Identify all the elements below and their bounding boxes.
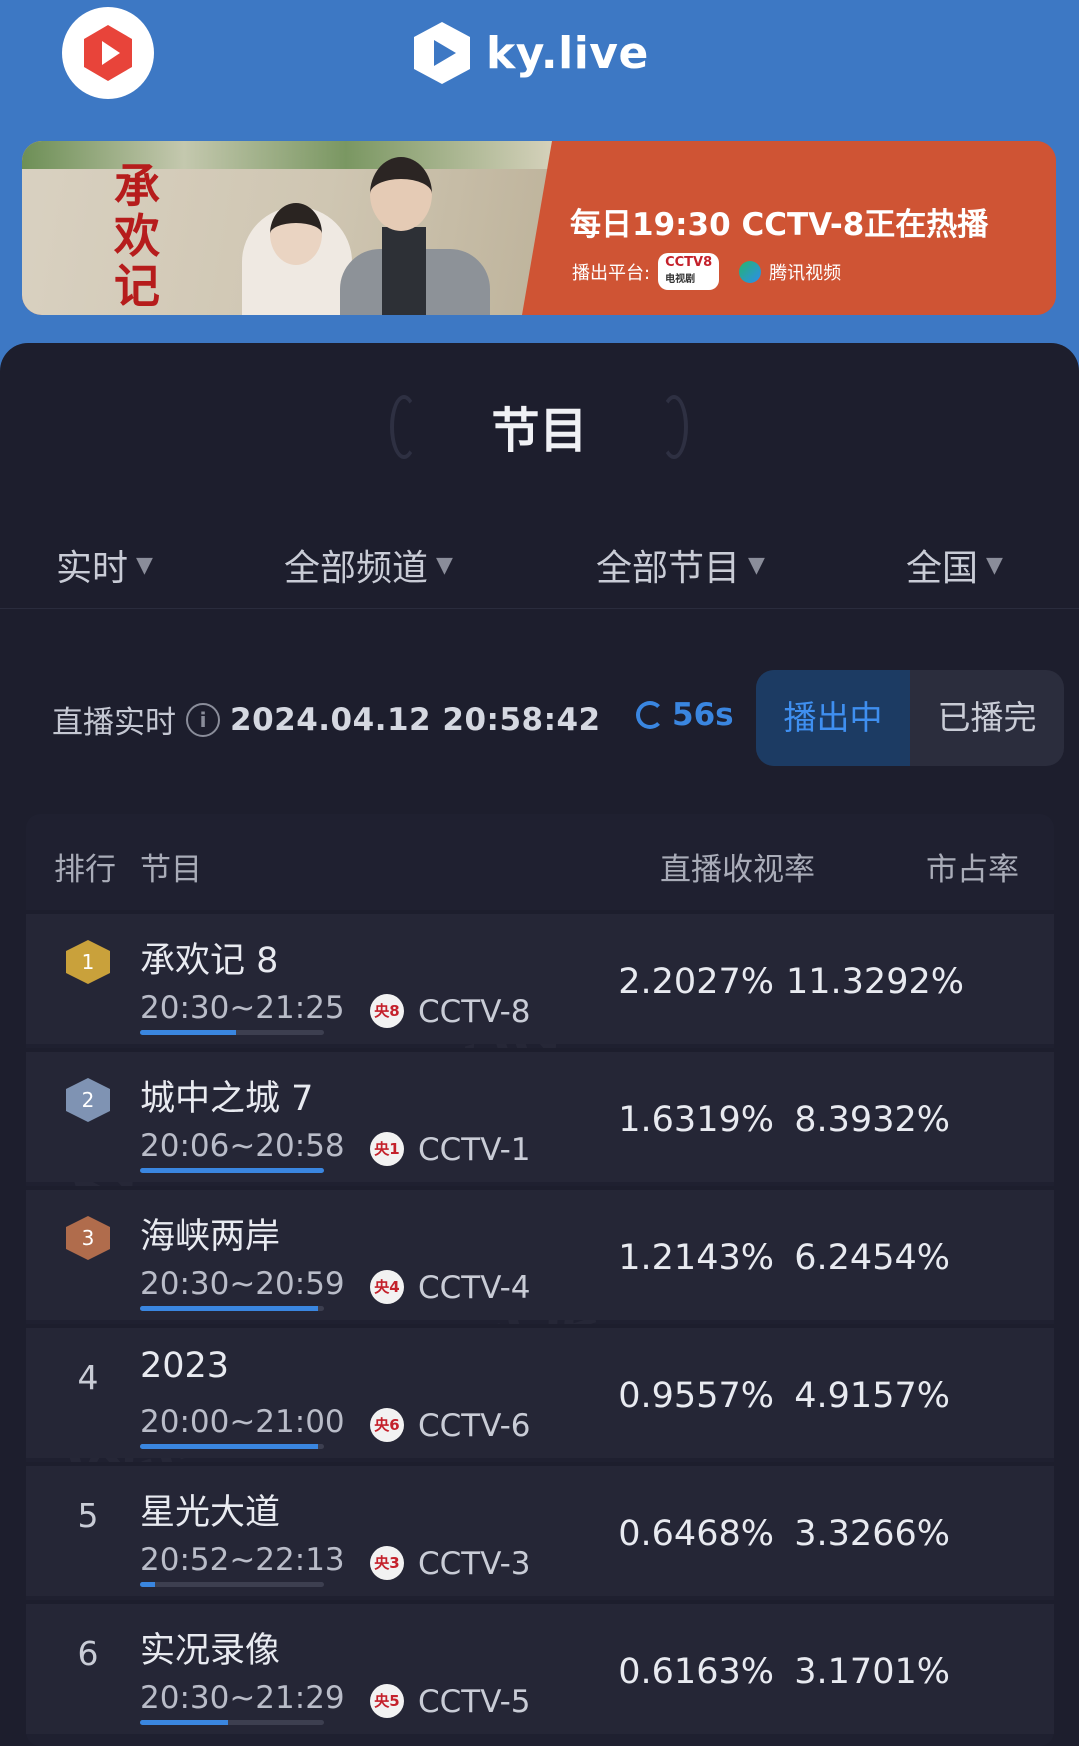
program-name: 城中之城 7: [140, 1079, 314, 1119]
market-share: 11.3292%: [786, 962, 964, 1002]
program-progress-bar: [140, 1720, 324, 1725]
market-share: 3.1701%: [794, 1652, 950, 1692]
banner-platforms: 播出平台: CCTV8 电视剧 腾讯视频: [572, 253, 841, 290]
table-row[interactable]: 3 海峡两岸 20:30~20:59 央4 CCTV-4 1.2143% 6.2454%: [26, 1186, 1054, 1320]
market-share: 4.9157%: [794, 1376, 950, 1416]
table-row[interactable]: 1 承欢记 8 20:30~21:25 央8 CCTV-8 2.2027% 11.3292%: [26, 910, 1054, 1044]
channel-name: CCTV-1: [418, 1132, 531, 1168]
channel-name: CCTV-8: [418, 994, 531, 1030]
channel-logo-icon: 央3: [370, 1546, 404, 1580]
market-share: 3.3266%: [794, 1514, 950, 1554]
program-name: 星光大道: [140, 1493, 281, 1533]
channel-logo-icon: 央1: [370, 1132, 404, 1166]
program-time: 20:30~21:29: [140, 1680, 345, 1716]
brand-name: ky.live: [486, 27, 649, 79]
filter-bar: 实时 ▼ 全部频道 ▼ 全部节目 ▼ 全国 ▼: [0, 531, 1079, 609]
table-row[interactable]: 6 实况录像 20:30~21:29 央5 CCTV-5 0.6163% 3.1701%: [26, 1600, 1054, 1734]
tencent-video-icon: [739, 260, 762, 283]
rank-number: 4: [77, 1358, 99, 1397]
table-row[interactable]: 2 城中之城 7 20:06~20:58 央1 CCTV-1 1.6319% 8.3932%: [26, 1048, 1054, 1182]
banner-drama-title: 承欢记: [114, 159, 160, 313]
rank-number: 5: [77, 1496, 99, 1535]
channel-name: CCTV-4: [418, 1270, 531, 1306]
program-name: 承欢记 8: [140, 941, 279, 981]
program-name: 2023: [140, 1346, 230, 1386]
progress-fill: [140, 1030, 236, 1035]
program-progress-bar: [140, 1030, 324, 1035]
caret-down-icon: ▼: [986, 552, 1003, 578]
program-progress-bar: [140, 1306, 324, 1311]
channel-name: CCTV-6: [418, 1408, 531, 1444]
program-name: 实况录像: [140, 1631, 281, 1671]
info-icon[interactable]: i: [186, 702, 220, 737]
progress-fill: [140, 1582, 155, 1587]
header-rating[interactable]: 直播收视率: [660, 844, 815, 889]
filter-region[interactable]: 全国 ▼: [906, 539, 1003, 591]
promo-banner[interactable]: 承欢记 每日19:30 CCTV-8正在热播 播出平台: CCTV8 电视剧 腾讯…: [22, 141, 1056, 315]
top-bar: ky.live: [0, 0, 1079, 110]
caret-down-icon: ▼: [136, 552, 153, 578]
program-time: 20:06~20:58: [140, 1128, 345, 1164]
table-row[interactable]: 4 2023 20:00~21:00 央6 CCTV-6 0.9557% 4.9157%: [26, 1324, 1054, 1458]
tab-on-air[interactable]: 播出中: [756, 670, 910, 766]
live-rating: 0.6163%: [618, 1652, 774, 1692]
progress-fill: [140, 1306, 319, 1311]
live-rating: 1.6319%: [618, 1100, 774, 1140]
live-label: 直播实时 i 2024.04.12 20:58:42: [52, 701, 601, 742]
tab-finished[interactable]: 已播完: [910, 670, 1064, 766]
live-rating: 1.2143%: [618, 1238, 774, 1278]
rank-medal-icon: 1: [66, 940, 110, 984]
refresh-countdown[interactable]: 56s: [636, 697, 734, 733]
program-progress-bar: [140, 1168, 324, 1173]
progress-fill: [140, 1720, 229, 1725]
program-progress-bar: [140, 1582, 324, 1587]
ranking-panel: 节目 实时 ▼ 全部频道 ▼ 全部节目 ▼ 全国 ▼ 直播实时 i 2024.04.12…: [0, 343, 1079, 1746]
program-time: 20:30~21:25: [140, 990, 345, 1026]
live-rating: 2.2027%: [618, 962, 774, 1002]
live-rating: 0.9557%: [618, 1376, 774, 1416]
caret-down-icon: ▼: [436, 552, 453, 578]
banner-photo: 承欢记: [22, 141, 562, 315]
ratings-table: ky.live ky.live ky.live ky.live ky.live …: [26, 814, 1054, 1746]
progress-fill: [140, 1168, 324, 1173]
filter-time[interactable]: 实时 ▼: [56, 539, 153, 591]
cctv8-logo: CCTV8 电视剧: [658, 253, 720, 290]
channel-name: CCTV-5: [418, 1684, 531, 1720]
banner-schedule: 每日19:30 CCTV-8正在热播: [570, 207, 989, 243]
rank-medal-icon: 2: [66, 1078, 110, 1122]
program-time: 20:30~20:59: [140, 1266, 345, 1302]
channel-logo-icon: 央8: [370, 994, 404, 1028]
live-rating: 0.6468%: [618, 1514, 774, 1554]
progress-fill: [140, 1444, 319, 1449]
header-share[interactable]: 市占率: [926, 844, 1019, 889]
header-program: 节目: [140, 852, 202, 888]
play-logo-icon: [414, 22, 470, 84]
broadcast-status-toggle: 播出中 已播完: [756, 670, 1064, 766]
table-header: 排行 节目 直播收视率 市占率: [26, 814, 1054, 910]
app-icon[interactable]: [62, 7, 154, 99]
filter-channel[interactable]: 全部频道 ▼: [284, 539, 453, 591]
program-progress-bar: [140, 1444, 324, 1449]
header-rank: 排行: [54, 852, 116, 888]
program-time: 20:52~22:13: [140, 1542, 345, 1578]
program-time: 20:00~21:00: [140, 1404, 345, 1440]
table-row[interactable]: 5 星光大道 20:52~22:13 央3 CCTV-3 0.6468% 3.3266%: [26, 1462, 1054, 1596]
rank-medal-icon: 3: [66, 1216, 110, 1260]
section-title: 节目: [491, 403, 588, 459]
caret-down-icon: ▼: [748, 552, 765, 578]
market-share: 6.2454%: [794, 1238, 950, 1278]
rank-number: 6: [77, 1634, 99, 1673]
channel-logo-icon: 央5: [370, 1684, 404, 1718]
market-share: 8.3932%: [794, 1100, 950, 1140]
program-name: 海峡两岸: [140, 1217, 281, 1257]
filter-program[interactable]: 全部节目 ▼: [596, 539, 765, 591]
refresh-icon: [636, 701, 664, 729]
channel-logo-icon: 央4: [370, 1270, 404, 1304]
platform-label: 播出平台:: [572, 262, 651, 284]
live-timestamp: 2024.04.12 20:58:42: [230, 701, 601, 738]
channel-name: CCTV-3: [418, 1546, 531, 1582]
channel-logo-icon: 央6: [370, 1408, 404, 1442]
brand-logo: ky.live: [412, 16, 649, 90]
tencent-video-label: 腾讯视频: [769, 262, 842, 284]
